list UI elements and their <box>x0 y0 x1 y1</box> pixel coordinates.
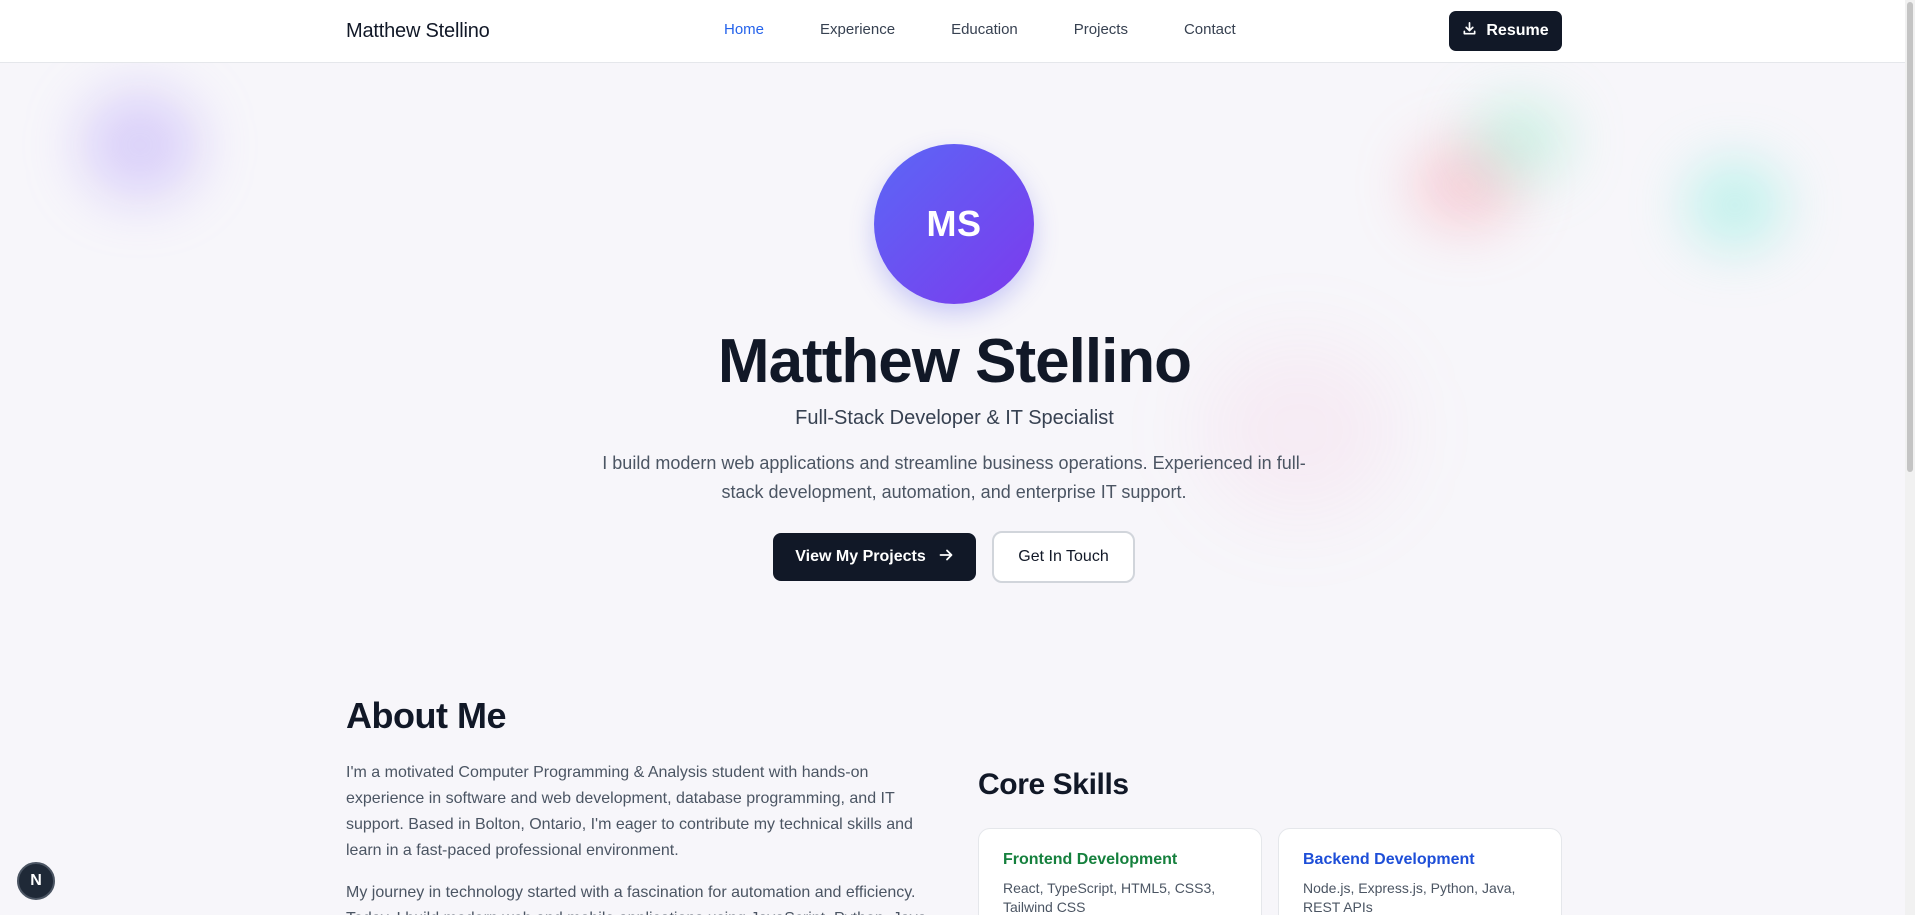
skill-card-title: Backend Development <box>1303 851 1475 868</box>
skill-card-items: React, TypeScript, HTML5, CSS3, Tailwind… <box>1003 880 1216 915</box>
hero-role: Full-Stack Developer & IT Specialist <box>795 407 1114 429</box>
hero-name: Matthew Stellino <box>717 327 1192 396</box>
nav-link-contact[interactable]: Contact <box>1184 21 1236 38</box>
skills-title: Core Skills <box>978 768 1129 801</box>
resume-label: Resume <box>1486 22 1549 39</box>
view-projects-button[interactable]: View My Projects <box>773 533 976 581</box>
avatar-initials: MS <box>926 203 982 244</box>
skill-card-title: Frontend Development <box>1003 851 1178 868</box>
dev-badge-letter: N <box>30 872 42 889</box>
navbar: Matthew Stellino Home Experience Educati… <box>0 0 1905 63</box>
about-title: About Me <box>346 695 506 736</box>
nav-link-experience[interactable]: Experience <box>820 21 895 38</box>
skill-card-items: Node.js, Express.js, Python, Java, REST … <box>1303 880 1516 915</box>
avatar: MS <box>874 144 1034 304</box>
skill-card-frontend: Frontend Development React, TypeScript, … <box>978 828 1262 915</box>
decorative-blob <box>1685 160 1785 250</box>
scrollbar-thumb[interactable] <box>1907 2 1913 472</box>
resume-button[interactable]: Resume <box>1449 11 1562 51</box>
hero-description: I build modern web applications and stre… <box>602 453 1306 502</box>
view-projects-label: View My Projects <box>795 548 926 565</box>
nav-link-home[interactable]: Home <box>724 21 764 38</box>
nextjs-dev-indicator[interactable]: N <box>17 862 55 900</box>
about-paragraph: My journey in technology started with a … <box>346 884 926 915</box>
about-paragraph: I'm a motivated Computer Programming & A… <box>346 764 913 859</box>
decorative-blob <box>1470 100 1570 180</box>
nav-links: Home Experience Education Projects Conta… <box>724 21 1292 38</box>
nav-link-projects[interactable]: Projects <box>1074 21 1128 38</box>
download-icon <box>1462 21 1477 41</box>
get-in-touch-button[interactable]: Get In Touch <box>992 531 1135 583</box>
arrow-right-icon <box>938 547 954 568</box>
brand-logo[interactable]: Matthew Stellino <box>346 20 490 43</box>
nav-link-education[interactable]: Education <box>951 21 1018 38</box>
decorative-blob <box>80 90 200 200</box>
skill-card-backend: Backend Development Node.js, Express.js,… <box>1278 828 1562 915</box>
